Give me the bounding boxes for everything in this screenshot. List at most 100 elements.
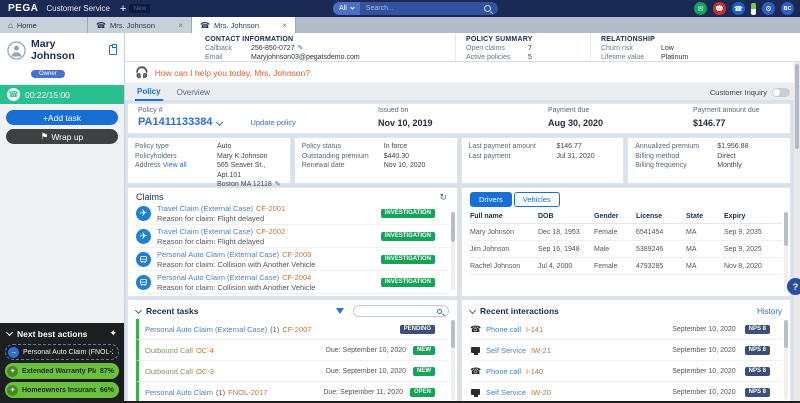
main-panel: CONTACT INFORMATION Callback 256-850-0727… (125, 33, 800, 403)
claim-row[interactable]: ✈ Travel Claim (External Case) CF-2001 Re… (136, 202, 449, 225)
new-tab-button[interactable]: + (120, 3, 126, 14)
edit-pencil-icon[interactable]: ✎ (298, 44, 304, 53)
task-link[interactable]: Outbound Call (145, 346, 193, 355)
add-task-button[interactable]: +Add task (6, 110, 118, 125)
chevron-down-icon[interactable] (134, 306, 143, 314)
drivers-scrollbar[interactable] (784, 212, 788, 292)
nps-badge: NPS 8 (744, 345, 770, 355)
chat-icon[interactable]: 💬 (713, 2, 726, 15)
history-link[interactable]: History (757, 307, 782, 316)
task-row[interactable]: Outbound Call OC-4 Due: September 10, 20… (136, 340, 449, 361)
search-scope-dropdown[interactable]: All (333, 2, 360, 15)
tasks-search[interactable] (353, 305, 449, 317)
table-row: Jim Johnson (470, 241, 538, 258)
interaction-row[interactable]: ☎ Phone call I-141 September 10, 2020 NP… (470, 319, 782, 340)
app-title: Customer Service (46, 4, 110, 13)
task-row[interactable]: Personal Auto Claim (External Case) (1) … (136, 319, 449, 340)
interaction-link[interactable]: Phone call (486, 325, 521, 334)
claim-link[interactable]: Travel Claim (External Case) (157, 227, 253, 236)
star-icon: ✦ (7, 365, 18, 377)
top-bar: PEGA Customer Service + New All ✉ 💬 ☎ ⚙ … (0, 0, 800, 17)
tab-mrs-johnson-1[interactable]: ☎ Mrs. Johnson × (88, 17, 192, 33)
policy-detail-cards: Policy type Auto Policyholders Mary K John… (127, 137, 791, 188)
status-badge: INVESTIGATION (380, 208, 435, 218)
update-policy-link[interactable]: Update policy (250, 118, 295, 128)
relationship-title: RELATIONSHIP (601, 36, 655, 43)
refresh-icon[interactable]: ↻ (439, 192, 447, 203)
nba-item-auto-claim[interactable]: → Personal Auto Claim (FNOL-2019) (5, 344, 119, 360)
contact-info-title: CONTACT INFORMATION (205, 36, 294, 43)
global-search[interactable]: All (333, 2, 498, 15)
nba-item-homeowners[interactable]: ✦ Homeowners Insurance 66% (5, 382, 119, 398)
task-row[interactable]: Outbound Call OC-3 Due: September 10, 20… (136, 361, 449, 382)
callback-number: 256-850-0727 (251, 45, 295, 52)
claims-scrollbar[interactable] (451, 212, 455, 290)
table-row: Mary Johnson (470, 224, 538, 241)
policy-info-card: Policy type Auto Policyholders Mary K John… (127, 137, 291, 188)
tab-home[interactable]: ⌂ Home (0, 17, 88, 33)
search-icon[interactable] (484, 5, 491, 12)
tasks-scrollbar[interactable] (451, 320, 455, 400)
help-button[interactable]: ? (787, 278, 800, 295)
interaction-link[interactable]: Phone call (486, 367, 521, 376)
airplane-icon: ✈ (136, 205, 151, 221)
close-icon[interactable]: × (282, 21, 287, 30)
task-row[interactable]: Personal Auto Claim (1) FNOL-2017 Due: S… (136, 382, 449, 402)
tab-vehicles[interactable]: Vehicles (513, 192, 560, 207)
tab-overview[interactable]: Overview (175, 85, 212, 100)
policy-number-dropdown[interactable]: PA1411133384 (138, 116, 212, 128)
claim-row[interactable]: Personal Auto Claim (External Case) CF-20… (136, 248, 449, 271)
email-icon[interactable]: ✉ (694, 2, 707, 15)
interaction-link[interactable]: Self Service (486, 346, 526, 355)
tab-mrs-johnson-2[interactable]: ☎ Mrs. Johnson × (192, 17, 296, 33)
user-avatar[interactable]: BC (781, 2, 794, 15)
tab-drivers[interactable]: Drivers (470, 192, 512, 207)
billing-frequency: Monthly (717, 162, 742, 169)
main-scrollbar[interactable] (794, 62, 800, 403)
airplane-icon: ✈ (136, 228, 151, 244)
address-line1: 565 Seaver St., Apt.101 (217, 162, 266, 179)
last-payment-amount: $146.77 (556, 143, 582, 150)
task-link[interactable]: Personal Auto Claim (145, 388, 213, 397)
interaction-row[interactable]: Self Service IW-21 September 10, 2020 NP… (470, 340, 782, 361)
star-icon: ✦ (7, 384, 18, 396)
view-all-link[interactable]: View all (163, 162, 187, 169)
outstanding-premium: $440.30 (383, 152, 410, 160)
claims-card: Claims ↻ ✈ Travel Claim (External Case) C… (127, 187, 458, 297)
open-claims-count: 7 (528, 45, 532, 52)
claim-row[interactable]: Personal Auto Claim (External Case) CF-20… (136, 271, 449, 294)
wrap-up-button[interactable]: ⚑ Wrap up (6, 129, 118, 144)
agent-state-indicator[interactable] (751, 2, 756, 15)
customer-name: Mary Johnson (31, 38, 75, 62)
email-address: Maryjohnson03@pegatsdemo.com (251, 54, 360, 61)
policy-content: Policy # PA1411133384 Update policy Issu… (125, 100, 800, 403)
close-icon[interactable]: × (178, 21, 183, 30)
tab-policy[interactable]: Policy (135, 84, 163, 101)
policy-status: In force (383, 143, 408, 150)
interaction-link[interactable]: Self Service (486, 388, 526, 397)
pega-logo: PEGA (8, 3, 39, 14)
search-input[interactable] (359, 5, 484, 12)
claim-link[interactable]: Personal Auto Claim (External Case) (157, 273, 279, 282)
greeting-text: How can I help you today, Mrs. Johnson? (154, 67, 310, 78)
task-link[interactable]: Outbound Call (145, 367, 193, 376)
filter-funnel-icon[interactable] (336, 308, 344, 314)
interaction-row[interactable]: ☎ Phone call I-140 September 10, 2020 NP… (470, 361, 782, 382)
copy-clipboard-icon[interactable] (109, 44, 117, 55)
claim-row[interactable]: ✈ Travel Claim (External Case) CF-2002 Re… (136, 225, 449, 248)
interactions-scrollbar[interactable] (784, 320, 788, 400)
headset-icon: 🎧 (135, 67, 149, 79)
recent-interactions-title: Recent interactions (480, 306, 559, 316)
customer-inquiry-toggle[interactable] (772, 87, 790, 97)
self-service-icon (470, 387, 481, 397)
settings-gear-icon[interactable]: ⚙ (762, 2, 775, 15)
task-link[interactable]: Personal Auto Claim (External Case) (145, 325, 267, 334)
claim-link[interactable]: Personal Auto Claim (External Case) (157, 250, 279, 259)
interaction-row[interactable]: Self Service IW-20 September 10, 2020 NP… (470, 382, 782, 402)
chevron-down-icon[interactable] (468, 306, 477, 314)
chevron-down-icon[interactable] (5, 328, 14, 337)
nba-item-warranty[interactable]: ✦ Extended Warranty Plan 87% (5, 363, 119, 379)
claim-link[interactable]: Travel Claim (External Case) (157, 204, 253, 213)
phone-channel-icon[interactable]: ☎ (732, 2, 745, 15)
